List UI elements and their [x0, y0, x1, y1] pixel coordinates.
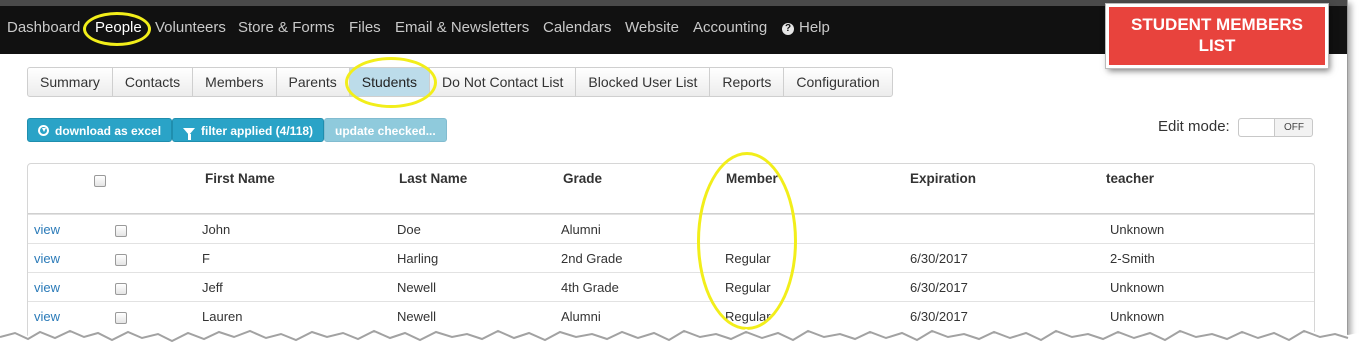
cell-member: Regular	[725, 280, 771, 295]
cell-grade: Alumni	[561, 222, 601, 237]
nav-files[interactable]: Files	[349, 19, 381, 36]
filter-button[interactable]: filter applied (4/118)	[172, 118, 325, 142]
cell-teacher: Unknown	[1110, 222, 1165, 237]
cell-teacher: Unknown	[1110, 280, 1165, 295]
nav-help[interactable]: ? Help	[782, 19, 830, 36]
download-excel-button[interactable]: download as excel	[27, 118, 173, 142]
nav-help-label: Help	[799, 19, 830, 36]
cell-first-name: Jeff	[202, 280, 223, 295]
col-expiration[interactable]: Expiration	[910, 171, 976, 186]
tab-parents[interactable]: Parents	[277, 68, 350, 96]
callout-line1: STUDENT MEMBERS	[1131, 15, 1303, 34]
tab-do-not-contact[interactable]: Do Not Contact List	[430, 68, 577, 96]
tab-students[interactable]: Students	[349, 68, 431, 96]
cell-last-name: Newell	[397, 280, 437, 295]
table-row: view F Harling 2nd Grade Regular 6/30/20…	[28, 243, 1314, 272]
cell-expiration: 6/30/2017	[910, 251, 968, 266]
nav-email-newsletters[interactable]: Email & Newsletters	[395, 19, 529, 36]
nav-store-forms[interactable]: Store & Forms	[238, 19, 335, 36]
tab-members[interactable]: Members	[193, 68, 277, 96]
download-label: download as excel	[55, 124, 162, 138]
view-link[interactable]: view	[34, 251, 60, 266]
row-checkbox[interactable]	[115, 283, 127, 295]
edit-mode-toggle[interactable]: OFF	[1238, 118, 1313, 137]
cell-last-name: Doe	[397, 222, 421, 237]
cell-last-name: Harling	[397, 251, 439, 266]
tab-blocked-users[interactable]: Blocked User List	[576, 68, 711, 96]
filter-icon	[183, 128, 195, 140]
cell-teacher: 2-Smith	[1110, 251, 1155, 266]
view-link[interactable]: view	[34, 280, 60, 295]
cell-member: Regular	[725, 251, 771, 266]
toggle-state: OFF	[1284, 122, 1304, 133]
cell-expiration: 6/30/2017	[910, 280, 968, 295]
col-member[interactable]: Member	[726, 171, 778, 186]
edit-mode-label: Edit mode:	[1158, 118, 1230, 135]
cell-first-name: John	[202, 222, 231, 237]
cell-grade: 4th Grade	[561, 280, 619, 295]
table-row: view Jeff Newell 4th Grade Regular 6/30/…	[28, 272, 1314, 301]
cell-grade: 2nd Grade	[561, 251, 623, 266]
nav-people[interactable]: People	[95, 19, 142, 36]
tab-reports[interactable]: Reports	[710, 68, 785, 96]
filter-label: filter applied (4/118)	[201, 124, 314, 138]
nav-volunteers[interactable]: Volunteers	[155, 19, 226, 36]
annotation-callout: STUDENT MEMBERS LIST	[1106, 4, 1328, 68]
col-last-name[interactable]: Last Name	[399, 171, 467, 186]
table-row: view John Doe Alumni Unknown	[28, 214, 1314, 243]
nav-calendars[interactable]: Calendars	[543, 19, 611, 36]
download-icon	[38, 125, 49, 136]
nav-website[interactable]: Website	[625, 19, 679, 36]
toggle-knob	[1239, 119, 1275, 136]
view-link[interactable]: view	[34, 222, 60, 237]
col-teacher[interactable]: teacher	[1106, 171, 1154, 186]
callout-line2: LIST	[1198, 36, 1236, 55]
nav-accounting[interactable]: Accounting	[693, 19, 767, 36]
select-all-checkbox[interactable]	[94, 175, 106, 187]
col-first-name[interactable]: First Name	[205, 171, 275, 186]
app-frame: Dashboard People Volunteers Store & Form…	[0, 0, 1348, 348]
col-grade[interactable]: Grade	[563, 171, 602, 186]
nav-dashboard[interactable]: Dashboard	[7, 19, 80, 36]
help-icon: ?	[782, 23, 794, 35]
row-checkbox[interactable]	[115, 225, 127, 237]
people-tabs: Summary Contacts Members Parents Student…	[27, 67, 893, 97]
row-checkbox[interactable]	[115, 254, 127, 266]
torn-edge	[0, 328, 1363, 356]
tab-summary[interactable]: Summary	[28, 68, 113, 96]
cell-first-name: F	[202, 251, 210, 266]
tab-contacts[interactable]: Contacts	[113, 68, 194, 96]
update-checked-button[interactable]: update checked...	[324, 118, 447, 142]
tab-configuration[interactable]: Configuration	[784, 68, 891, 96]
